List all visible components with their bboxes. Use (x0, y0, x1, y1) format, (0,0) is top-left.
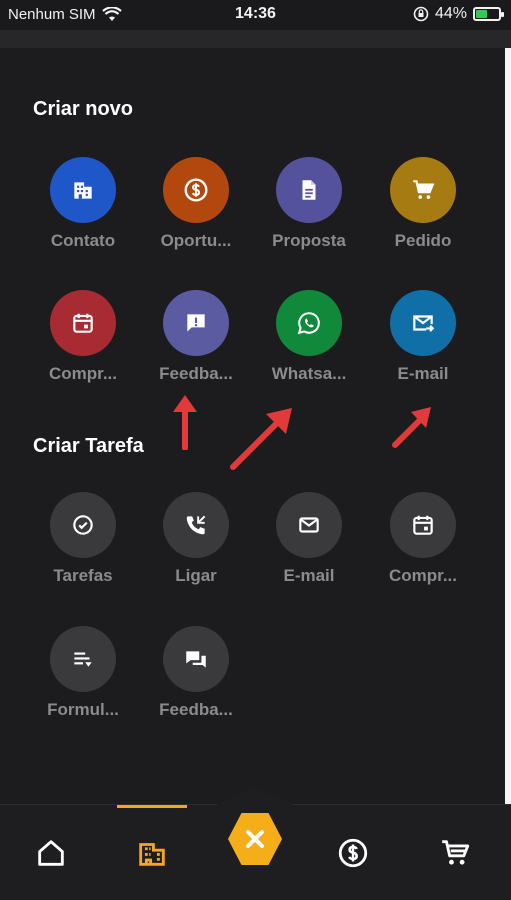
section-title-create-new: Criar novo (33, 98, 134, 120)
annotation-arrow-diagonal-large (230, 408, 292, 470)
home-icon (38, 840, 64, 866)
task-appointment-tile[interactable]: Compr... (367, 492, 479, 586)
email-forward-icon (413, 315, 435, 332)
battery-level (476, 10, 487, 18)
task-tasks-tile[interactable]: Tarefas (27, 492, 139, 586)
header-strip (0, 30, 511, 48)
cart-icon (442, 840, 470, 865)
orientation-lock-icon (413, 6, 429, 22)
annotation-arrow-diagonal-small (392, 407, 431, 448)
status-bar: Nenhum SIM 14:36 44% (0, 0, 511, 30)
tile-label: Proposta (272, 231, 346, 250)
order-circle (390, 157, 456, 223)
tile-label: E-mail (397, 364, 449, 383)
contact-circle (50, 157, 116, 223)
opportunity-circle (163, 157, 229, 223)
phone-icon (186, 515, 206, 535)
task-appointment-circle (390, 492, 456, 558)
feedback-icon (187, 314, 205, 332)
task-call-tile[interactable]: Ligar (140, 492, 252, 586)
nav-cart[interactable] (420, 805, 490, 900)
status-right: 44% (413, 5, 504, 23)
call-circle (163, 492, 229, 558)
feedback-circle (163, 290, 229, 356)
tile-label: Feedba... (159, 364, 233, 383)
dollar-icon (184, 178, 208, 202)
tile-label: Compr... (388, 566, 457, 585)
email-circle (390, 290, 456, 356)
task-email-tile[interactable]: E-mail (253, 492, 365, 586)
create-whatsapp-tile[interactable]: Whatsa... (253, 290, 365, 384)
annotation-arrow-up (173, 395, 197, 450)
task-feedback-tile[interactable]: Feedba... (140, 626, 252, 720)
tile-label: Compr... (48, 364, 117, 383)
form-icon (74, 652, 92, 667)
task-form-tile[interactable]: Formul... (27, 626, 139, 720)
check-icon (73, 515, 93, 535)
whatsapp-icon (297, 312, 320, 335)
close-icon (246, 830, 264, 848)
create-feedback-tile[interactable]: Feedba... (140, 290, 252, 384)
create-opportunity-tile[interactable]: Oportu... (140, 157, 252, 251)
tile-label: E-mail (283, 566, 335, 585)
dollar-icon (338, 838, 368, 868)
tile-label: Pedido (394, 231, 452, 250)
create-order-tile[interactable]: Pedido (367, 157, 479, 251)
task-email-circle (276, 492, 342, 558)
form-circle (50, 626, 116, 692)
close-menu-button[interactable] (228, 813, 282, 865)
tile-label: Oportu... (160, 231, 232, 250)
create-appointment-tile[interactable]: Compr... (27, 290, 139, 384)
nav-finance[interactable] (318, 805, 388, 900)
fab-wrapper (214, 787, 296, 867)
section-title-create-task: Criar Tarefa (33, 435, 144, 457)
bottom-navigation (0, 787, 511, 900)
tile-label: Feedba... (159, 700, 233, 719)
building-icon (74, 182, 92, 199)
create-contact-tile[interactable]: Contato (27, 157, 139, 251)
proposal-circle (276, 157, 342, 223)
tile-label: Tarefas (53, 566, 113, 585)
calendar-icon (73, 313, 93, 333)
nav-active-indicator (117, 805, 187, 808)
tasks-circle (50, 492, 116, 558)
nav-home[interactable] (16, 805, 86, 900)
panel-edge (505, 48, 511, 804)
whatsapp-circle (276, 290, 342, 356)
appointment-circle (50, 290, 116, 356)
tile-label: Ligar (175, 566, 217, 585)
battery-percent: 44% (434, 5, 467, 22)
calendar-icon (413, 515, 433, 535)
task-feedback-circle (163, 626, 229, 692)
document-icon (302, 180, 316, 200)
create-proposal-tile[interactable]: Proposta (253, 157, 365, 251)
create-email-tile[interactable]: E-mail (367, 290, 479, 384)
mail-icon (299, 517, 319, 533)
battery-icon (473, 7, 504, 21)
nav-companies[interactable] (117, 805, 187, 900)
fab-notch (214, 787, 296, 806)
building-icon (139, 843, 165, 866)
tile-label: Formul... (47, 700, 119, 719)
tile-label: Whatsa... (271, 364, 347, 383)
cart-icon (413, 180, 435, 199)
tile-label: Contato (50, 231, 116, 250)
chat-icon (186, 651, 206, 668)
